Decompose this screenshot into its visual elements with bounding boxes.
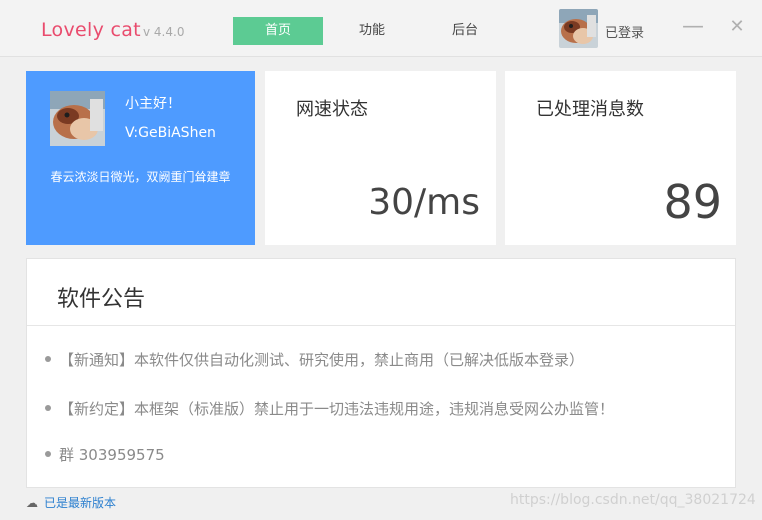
update-status-text: 已是最新版本 <box>44 496 117 510</box>
watermark: https://blog.csdn.net/qq_38021724 <box>510 492 756 508</box>
tab-features[interactable]: 功能 <box>327 17 417 45</box>
notice-item-text: 【新约定】本框架（标准版）禁止用于一切违法违规用途，违规消息受网公办监管！ <box>59 400 615 418</box>
login-status: 已登录 <box>605 26 645 41</box>
app-version: v 4.4.0 <box>143 25 185 39</box>
motto-text: 春云浓淡日微光，双阙重门耸建章 <box>50 170 231 184</box>
bullet-icon <box>45 451 51 457</box>
minimize-button[interactable]: — <box>680 14 706 40</box>
messages-count: 89 <box>663 175 722 229</box>
greeting-text: 小主好！ <box>125 96 181 112</box>
app-title: Lovely cat <box>41 19 141 41</box>
minimize-icon: — <box>682 14 704 39</box>
messages-label: 已处理消息数 <box>536 99 644 120</box>
tab-backend[interactable]: 后台 <box>420 17 510 45</box>
close-button[interactable]: ✕ <box>724 14 750 40</box>
update-status[interactable]: ☁ 已是最新版本 <box>26 494 116 511</box>
bullet-icon <box>45 405 51 411</box>
notice-divider <box>27 325 735 326</box>
speed-card: 网速状态 30/ms <box>265 71 496 245</box>
close-icon: ✕ <box>729 16 745 37</box>
profile-card: 小主好！ V:GeBiAShen 春云浓淡日微光，双阙重门耸建章 <box>26 71 255 245</box>
notice-item-text: 群 303959575 <box>59 446 165 464</box>
cat-avatar-icon <box>50 91 105 146</box>
header-avatar[interactable] <box>559 9 598 48</box>
profile-avatar[interactable] <box>50 91 105 146</box>
title-bar: Lovely cat v 4.4.0 首页 功能 后台 已登录 — ✕ <box>0 0 762 57</box>
cat-avatar-icon <box>559 9 598 48</box>
notice-item-text: 【新通知】本软件仅供自动化测试、研究使用，禁止商用（已解决低版本登录） <box>59 351 585 369</box>
tab-home[interactable]: 首页 <box>233 17 323 45</box>
notice-title: 软件公告 <box>57 287 146 312</box>
wechat-id: V:GeBiAShen <box>125 125 216 141</box>
speed-value: 30/ms <box>368 182 480 223</box>
notice-item: 【新通知】本软件仅供自动化测试、研究使用，禁止商用（已解决低版本登录） <box>45 349 584 370</box>
notice-item: 群 303959575 <box>45 444 165 465</box>
cloud-icon: ☁ <box>26 496 38 510</box>
bullet-icon <box>45 356 51 362</box>
messages-card: 已处理消息数 89 <box>505 71 736 245</box>
notice-panel: 软件公告 【新通知】本软件仅供自动化测试、研究使用，禁止商用（已解决低版本登录）… <box>26 258 736 488</box>
notice-item: 【新约定】本框架（标准版）禁止用于一切违法违规用途，违规消息受网公办监管！ <box>45 398 614 419</box>
speed-label: 网速状态 <box>296 99 368 120</box>
